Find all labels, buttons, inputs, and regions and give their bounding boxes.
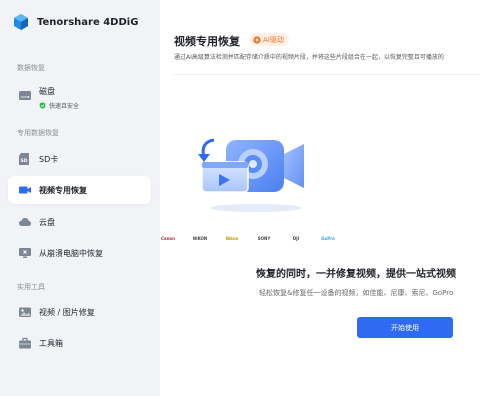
feature-headline: 恢复的同时，一并修复视频，提供一站式视频: [256, 269, 456, 280]
brand-logo: GoPro: [321, 236, 335, 241]
sidebar-item-toolbox[interactable]: 工具箱: [8, 329, 151, 357]
app-logo: Tenorshare 4DDiG: [12, 13, 138, 31]
disk-icon: [19, 91, 31, 100]
sidebar-item-video-recovery[interactable]: 视频专用恢复: [8, 176, 151, 204]
shield-check-icon: [39, 102, 46, 109]
feature-subline: 轻松恢复&修复任一设备的视频，如佳能、尼康、索尼、GoPro: [259, 289, 454, 297]
section-label-utilities: 实用工具: [17, 283, 45, 291]
crashed-computer-icon: [19, 248, 31, 258]
svg-text:SD: SD: [21, 158, 28, 164]
photo-repair-icon: [19, 307, 31, 317]
video-recovery-illustration: [198, 138, 304, 212]
sidebar-item-label: 视频 / 图片修复: [39, 307, 95, 317]
brand-logo: Canon: [160, 236, 176, 241]
app-name: Tenorshare 4DDiG: [37, 16, 139, 28]
sidebar-item-crashed-computer[interactable]: 从崩溃电脑中恢复: [8, 239, 151, 267]
ai-spark-icon: [253, 35, 261, 44]
sidebar-item-label: 磁盘: [39, 87, 55, 96]
brand-logo: DJI: [292, 236, 300, 241]
brand-logo: NIKON: [192, 236, 208, 241]
page-title: 视频专用恢复: [174, 35, 240, 48]
sidebar-item-sd-card[interactable]: SD SD卡: [8, 145, 151, 173]
start-button[interactable]: 开始使用: [357, 317, 453, 338]
tenorshare-logo-icon: [14, 14, 28, 30]
sidebar-item-cloud[interactable]: 云盘: [8, 208, 151, 236]
sidebar-item-disk[interactable]: 磁盘 快速且安全: [8, 84, 151, 114]
divider: [174, 74, 480, 75]
video-camera-icon: [19, 186, 31, 194]
sidebar-item-label: SD卡: [39, 154, 59, 164]
brand-logo: SONY: [257, 236, 271, 241]
section-label-special-recovery: 专用数据恢复: [17, 129, 59, 137]
sd-card-icon: SD: [19, 153, 29, 165]
sidebar-item-label: 云盘: [39, 217, 55, 227]
section-label-data-recovery: 数据恢复: [17, 64, 45, 72]
disk-safety-note: 快速且安全: [39, 101, 79, 110]
camera-brand-row: Canon NIKON Nikon SONY DJI GoPro: [158, 236, 350, 241]
sidebar-item-photo-video-repair[interactable]: 视频 / 图片修复: [8, 298, 151, 326]
page-description: 通过AI高级算法检测并匹配存储介质中的视频片段，并将这些片段组合在一起，以恢复完…: [174, 54, 444, 61]
sidebar-item-label: 从崩溃电脑中恢复: [39, 248, 103, 258]
sidebar: Tenorshare 4DDiG 数据恢复 磁盘 快速且安全 专用数据恢复 SD…: [0, 0, 160, 396]
cloud-drive-icon: [19, 218, 31, 226]
ai-badge: AI驱动: [250, 33, 289, 46]
sidebar-item-label: 工具箱: [39, 338, 63, 348]
sidebar-item-label: 视频专用恢复: [39, 185, 87, 195]
brand-logo: Nikon: [225, 236, 239, 241]
toolbox-icon: [19, 337, 31, 349]
